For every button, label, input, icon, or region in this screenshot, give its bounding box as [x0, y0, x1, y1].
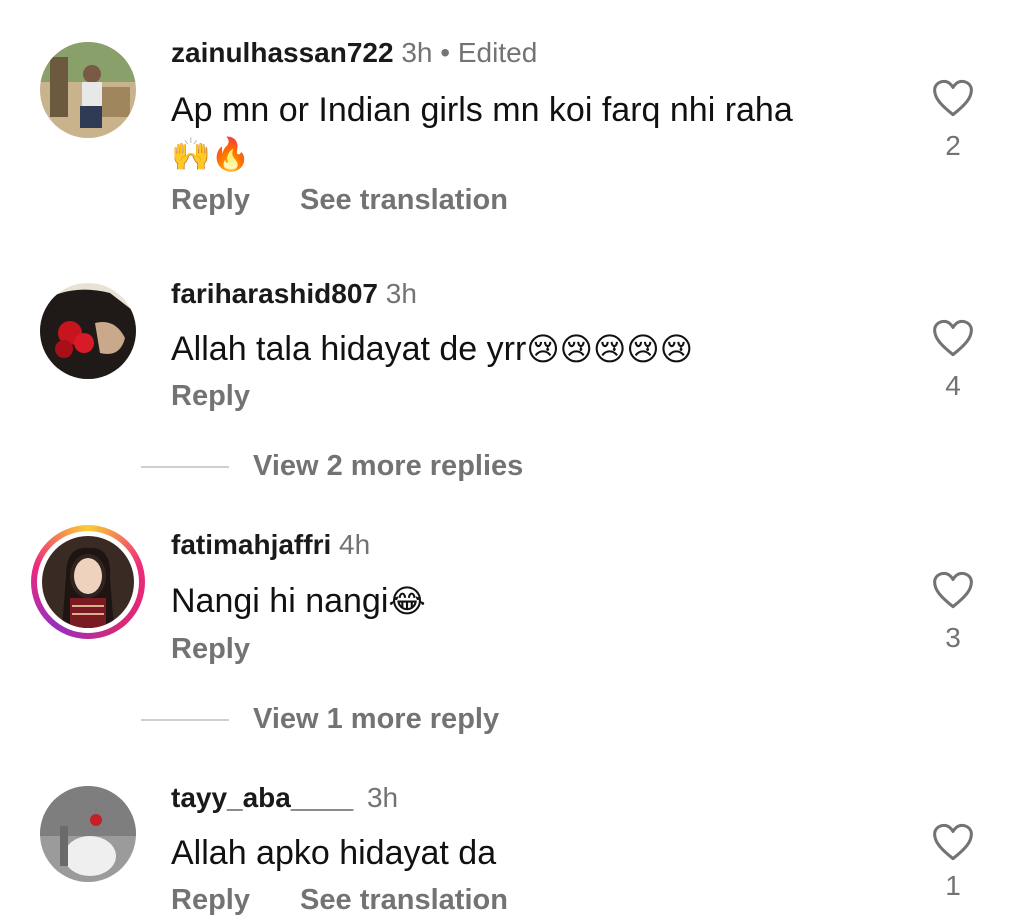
- comment-actions: Reply See translation: [171, 884, 508, 917]
- like-count: 2: [945, 130, 961, 161]
- heart-outline-icon[interactable]: [925, 318, 981, 358]
- comment-text-content: Allah tala hidayat de yrr: [171, 330, 527, 368]
- heart-outline-icon[interactable]: [925, 822, 981, 862]
- heart-outline-icon[interactable]: [925, 78, 981, 118]
- avatar[interactable]: [40, 42, 136, 138]
- view-more-replies-button[interactable]: View 2 more replies: [141, 450, 523, 483]
- comment-text-content: Nangi hi nangi: [171, 582, 389, 620]
- comment-header: zainulhassan722 3h • Edited: [171, 36, 537, 70]
- divider-line: [141, 466, 229, 469]
- avatar-story-ring[interactable]: [31, 525, 145, 639]
- username[interactable]: fatimahjaffri: [171, 529, 331, 560]
- avatar: [42, 536, 134, 628]
- username[interactable]: fariharashid807: [171, 278, 378, 309]
- comment-text: Allah tala hidayat de yrr😢😢😢😢😢: [171, 327, 693, 371]
- like-control: 2: [925, 78, 981, 162]
- reply-button[interactable]: Reply: [171, 184, 250, 216]
- timestamp: 3h: [401, 37, 433, 68]
- comment-emojis: 🙌🔥: [171, 136, 251, 172]
- username[interactable]: zainulhassan722: [171, 37, 394, 68]
- comments-list: zainulhassan722 3h • Edited Ap mn or Ind…: [0, 0, 1024, 921]
- comment-header: fariharashid807 3h: [171, 277, 417, 311]
- like-count: 1: [945, 870, 961, 901]
- view-more-label: View 2 more replies: [253, 450, 524, 482]
- avatar[interactable]: [40, 283, 136, 379]
- see-translation-button[interactable]: See translation: [300, 884, 508, 916]
- divider-line: [141, 719, 229, 722]
- view-more-label: View 1 more reply: [253, 703, 500, 735]
- reply-button[interactable]: Reply: [171, 380, 250, 412]
- reply-button[interactable]: Reply: [171, 884, 250, 916]
- like-control: 1: [925, 822, 981, 902]
- comment-emojis: 😂: [388, 583, 426, 619]
- comment-header: fatimahjaffri 4h: [171, 528, 370, 562]
- timestamp: 3h: [385, 278, 417, 309]
- heart-outline-icon[interactable]: [925, 570, 981, 610]
- comment-emojis: 😢😢😢😢😢: [526, 331, 694, 367]
- separator-dot: •: [440, 37, 451, 68]
- like-count: 4: [945, 370, 961, 401]
- view-more-replies-button[interactable]: View 1 more reply: [141, 703, 499, 736]
- comment-text: Ap mn or Indian girls mn koi farq nhi ra…: [171, 91, 793, 129]
- username[interactable]: tayy_aba____: [171, 782, 353, 813]
- like-control: 3: [925, 570, 981, 654]
- comment-text: Nangi hi nangi😂: [171, 579, 426, 623]
- like-control: 4: [925, 318, 981, 402]
- edited-label: Edited: [457, 37, 538, 68]
- avatar[interactable]: [40, 786, 136, 882]
- comment-header: tayy_aba____ 3h: [171, 781, 398, 815]
- comment-text: Allah apko hidayat da: [171, 834, 497, 872]
- timestamp: 4h: [339, 529, 371, 560]
- comment-actions: Reply See translation: [171, 184, 508, 217]
- comment-actions: Reply: [171, 380, 250, 413]
- reply-button[interactable]: Reply: [171, 633, 250, 665]
- timestamp: 3h: [366, 782, 399, 813]
- comment-actions: Reply: [171, 633, 250, 666]
- see-translation-button[interactable]: See translation: [300, 184, 508, 216]
- like-count: 3: [945, 622, 961, 653]
